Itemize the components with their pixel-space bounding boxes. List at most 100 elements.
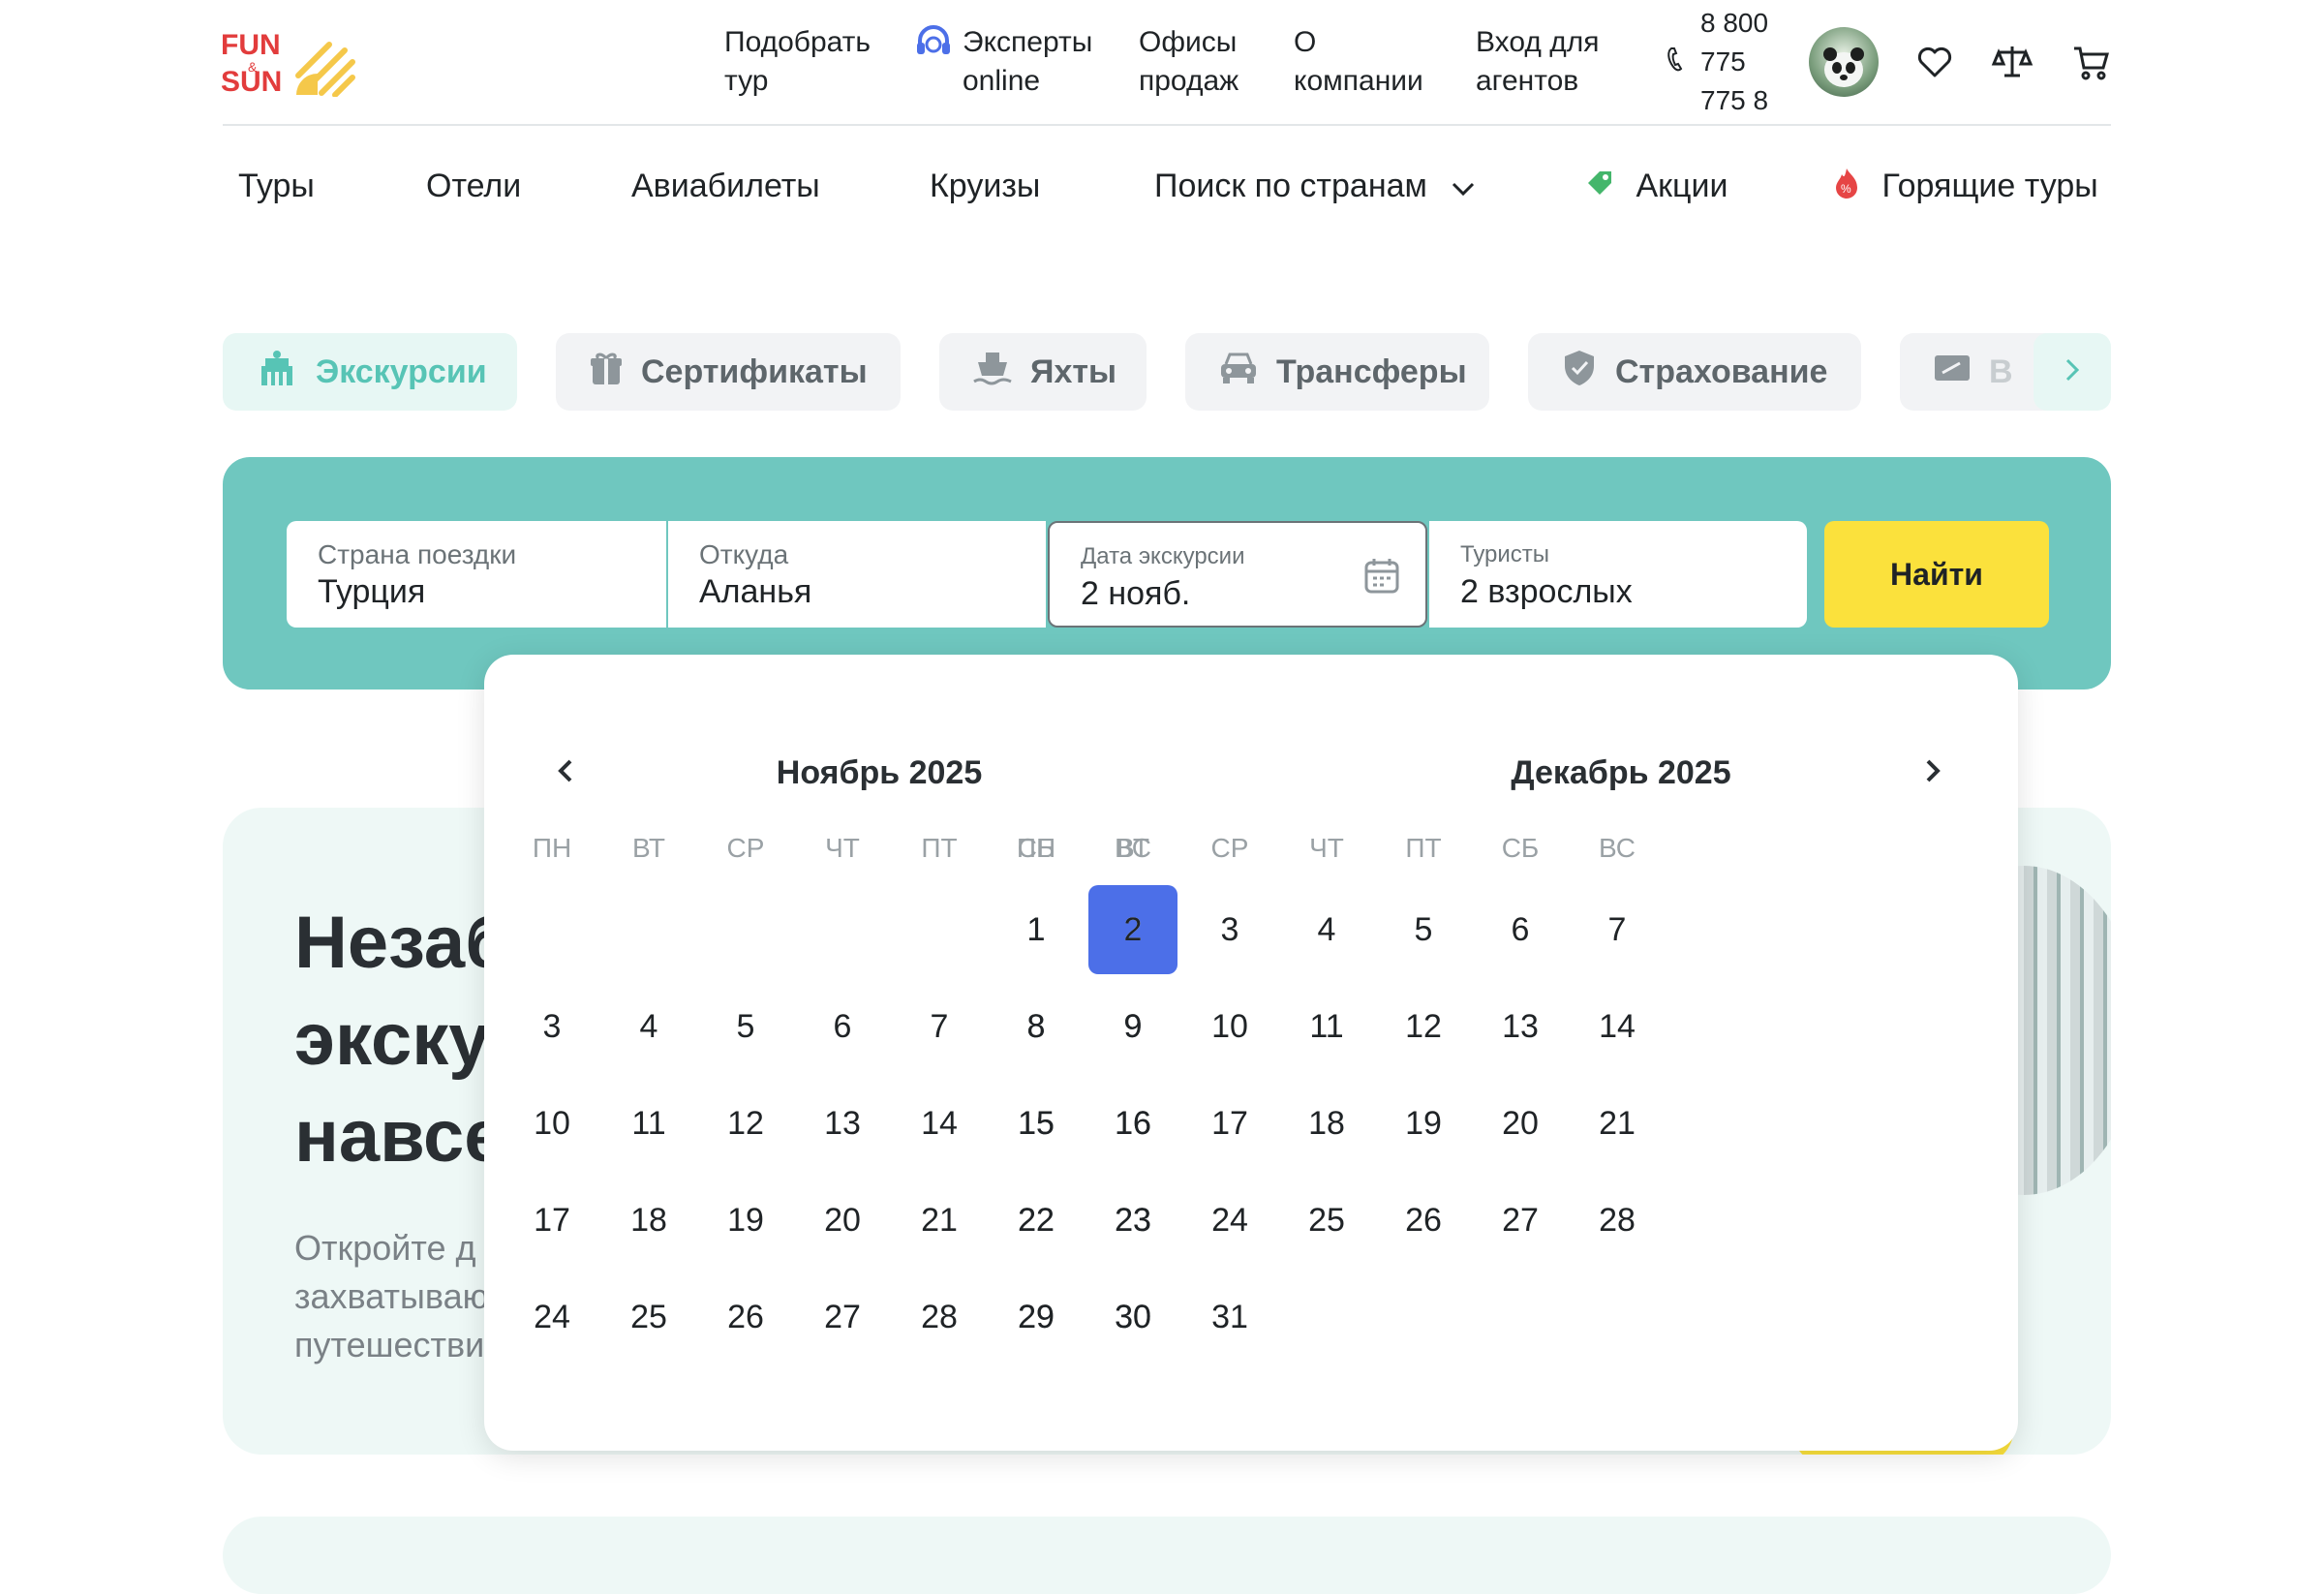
heart-icon[interactable] bbox=[1913, 41, 1956, 83]
nav-offices-line1: Офисы bbox=[1139, 26, 1238, 58]
day-cell[interactable]: 5 bbox=[701, 982, 790, 1071]
day-cell[interactable]: 11 bbox=[604, 1079, 693, 1168]
mainnav-flights[interactable]: Авиабилеты bbox=[631, 165, 820, 207]
cart-icon[interactable] bbox=[2070, 41, 2113, 83]
tab-yachts[interactable]: Яхты bbox=[939, 333, 1147, 411]
find-button[interactable]: Найти bbox=[1824, 521, 2049, 628]
day-cell[interactable]: 24 bbox=[507, 1272, 596, 1362]
weekday-label: ВТ bbox=[632, 833, 665, 863]
tab-excursions[interactable]: Экскурсии bbox=[223, 333, 517, 411]
day-cell[interactable]: 26 bbox=[701, 1272, 790, 1362]
chevron-left-icon bbox=[554, 756, 577, 790]
hero-title-line2: экску bbox=[294, 998, 490, 1081]
hero-title: Незаб экску навсе bbox=[294, 895, 510, 1185]
tourists-field[interactable]: Туристы 2 взрослых bbox=[1429, 521, 1807, 628]
day-cell[interactable]: 19 bbox=[1379, 1079, 1468, 1168]
day-cell[interactable]: 20 bbox=[798, 1176, 887, 1265]
day-cell[interactable]: 6 bbox=[798, 982, 887, 1071]
day-cell[interactable]: 14 bbox=[1573, 982, 1662, 1071]
hero-title-line1: Незаб bbox=[294, 902, 511, 984]
avatar[interactable] bbox=[1809, 27, 1879, 97]
day-cell[interactable]: 3 bbox=[1185, 885, 1274, 974]
day-cell[interactable]: 12 bbox=[1379, 982, 1468, 1071]
mainnav-countries[interactable]: Поиск по странам bbox=[1154, 165, 1477, 209]
country-label: Страна поездки bbox=[318, 539, 517, 569]
day-cell[interactable]: 31 bbox=[1185, 1272, 1274, 1362]
day-cell[interactable]: 18 bbox=[604, 1176, 693, 1265]
day-cell[interactable]: 8 bbox=[992, 982, 1081, 1071]
phone-link[interactable]: 8 800 775 775 8 bbox=[1666, 4, 1768, 120]
day-cell[interactable]: 27 bbox=[1476, 1176, 1565, 1265]
from-field[interactable]: Откуда Аланья bbox=[668, 521, 1046, 628]
day-cell[interactable]: 15 bbox=[992, 1079, 1081, 1168]
day-cell[interactable]: 17 bbox=[1185, 1079, 1274, 1168]
day-cell[interactable]: 19 bbox=[701, 1176, 790, 1265]
day-cell[interactable]: 26 bbox=[1379, 1176, 1468, 1265]
nav-agent-line1: Вход для bbox=[1476, 26, 1600, 58]
day-cell[interactable]: 22 bbox=[992, 1176, 1081, 1265]
day-cell[interactable]: 7 bbox=[1573, 885, 1662, 974]
day-cell[interactable]: 11 bbox=[1282, 982, 1371, 1071]
day-cell[interactable]: 12 bbox=[701, 1079, 790, 1168]
day-cell[interactable]: 16 bbox=[1088, 1079, 1177, 1168]
gift-icon bbox=[589, 350, 624, 395]
tab-insurance[interactable]: Страхование bbox=[1528, 333, 1861, 411]
mainnav-promos[interactable]: Акции bbox=[1584, 165, 1728, 209]
day-cell[interactable]: 7 bbox=[895, 982, 984, 1071]
day-cell[interactable]: 25 bbox=[604, 1272, 693, 1362]
day-cell[interactable]: 2 bbox=[1088, 885, 1177, 974]
day-cell[interactable]: 14 bbox=[895, 1079, 984, 1168]
weekday-label: ЧТ bbox=[1309, 833, 1344, 863]
mainnav-cruises[interactable]: Круизы bbox=[930, 165, 1040, 207]
day-cell[interactable]: 23 bbox=[1088, 1176, 1177, 1265]
nav-pick-tour[interactable]: Подобрать тур bbox=[724, 23, 871, 101]
day-cell[interactable]: 24 bbox=[1185, 1176, 1274, 1265]
day-cell[interactable]: 13 bbox=[1476, 982, 1565, 1071]
day-cell[interactable]: 18 bbox=[1282, 1079, 1371, 1168]
day-cell[interactable]: 28 bbox=[895, 1272, 984, 1362]
weekday-label: ЧТ bbox=[825, 833, 860, 863]
ship-icon bbox=[972, 349, 1013, 396]
day-cell[interactable]: 13 bbox=[798, 1079, 887, 1168]
day-cell[interactable]: 25 bbox=[1282, 1176, 1371, 1265]
day-cell[interactable]: 6 bbox=[1476, 885, 1565, 974]
car-icon bbox=[1218, 351, 1259, 394]
day-cell[interactable]: 21 bbox=[895, 1176, 984, 1265]
datepicker-popup: Ноябрь 2025 Декабрь 2025 ПН ВТ СР ЧТ ПТ СБ ВС 1… bbox=[484, 655, 2018, 1451]
month-title-december: Декабрь 2025 bbox=[1511, 754, 1731, 791]
nav-agent-login[interactable]: Вход для агентов bbox=[1476, 23, 1599, 101]
day-cell[interactable]: 3 bbox=[507, 982, 596, 1071]
date-field[interactable]: Дата экскурсии 2 нояб. bbox=[1048, 521, 1427, 628]
day-cell[interactable]: 1 bbox=[992, 885, 1081, 974]
day-cell[interactable]: 27 bbox=[798, 1272, 887, 1362]
tab-certificates[interactable]: Сертификаты bbox=[556, 333, 901, 411]
prev-month-button[interactable] bbox=[544, 751, 587, 794]
svg-text:%: % bbox=[1841, 182, 1851, 196]
next-month-button[interactable] bbox=[1911, 751, 1954, 794]
mainnav-hot-tours[interactable]: % Горящие туры bbox=[1832, 165, 2098, 210]
day-cell[interactable]: 10 bbox=[507, 1079, 596, 1168]
day-cell[interactable]: 29 bbox=[992, 1272, 1081, 1362]
tabs-scroll-right-button[interactable] bbox=[2034, 333, 2111, 411]
nav-experts-online[interactable]: Эксперты online bbox=[914, 23, 1092, 101]
month-title-november: Ноябрь 2025 bbox=[776, 754, 983, 791]
day-cell[interactable]: 17 bbox=[507, 1176, 596, 1265]
mainnav-hotels[interactable]: Отели bbox=[426, 165, 521, 207]
nav-pick-tour-line1: Подобрать bbox=[724, 26, 872, 58]
day-cell[interactable]: 9 bbox=[1088, 982, 1177, 1071]
day-cell[interactable]: 10 bbox=[1185, 982, 1274, 1071]
day-cell[interactable]: 30 bbox=[1088, 1272, 1177, 1362]
day-cell[interactable]: 28 bbox=[1573, 1176, 1662, 1265]
compare-icon[interactable] bbox=[1991, 41, 2034, 83]
day-cell[interactable]: 4 bbox=[1282, 885, 1371, 974]
tab-transfers[interactable]: Трансферы bbox=[1185, 333, 1489, 411]
nav-offices[interactable]: Офисы продаж bbox=[1139, 23, 1238, 101]
mainnav-tours[interactable]: Туры bbox=[238, 165, 315, 207]
fun-sun-logo[interactable]: FUN & SUN bbox=[221, 27, 356, 98]
day-cell[interactable]: 4 bbox=[604, 982, 693, 1071]
day-cell[interactable]: 20 bbox=[1476, 1079, 1565, 1168]
day-cell[interactable]: 5 bbox=[1379, 885, 1468, 974]
country-field[interactable]: Страна поездки Турция bbox=[287, 521, 666, 628]
day-cell[interactable]: 21 bbox=[1573, 1079, 1662, 1168]
nav-about[interactable]: О компании bbox=[1294, 23, 1423, 101]
